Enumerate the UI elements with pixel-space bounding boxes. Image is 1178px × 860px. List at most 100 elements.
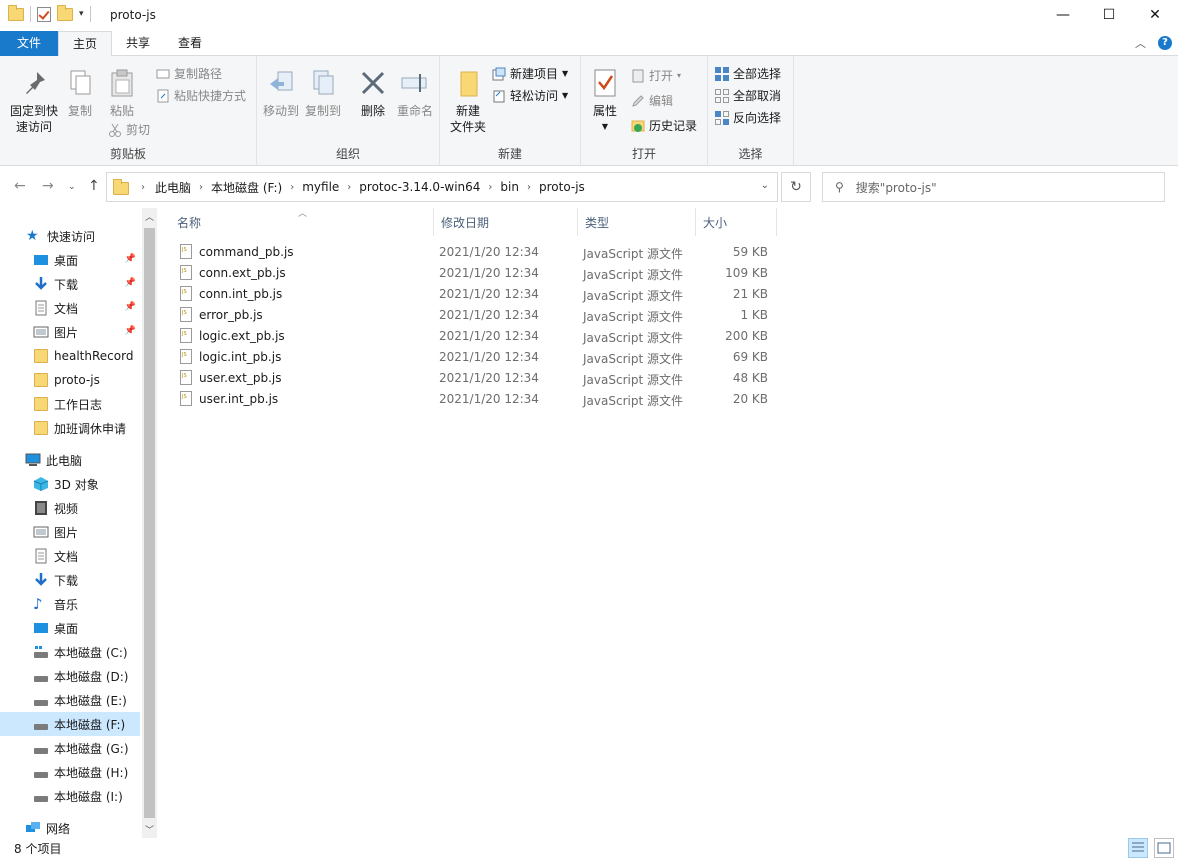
maximize-button[interactable]: ☐ <box>1086 0 1132 30</box>
chevron-right-icon[interactable]: › <box>347 182 351 193</box>
address-bar[interactable]: › 此电脑 › 本地磁盘 (F:) › myfile › protoc-3.14… <box>106 172 778 202</box>
nav-item-videos[interactable]: 视频 <box>0 496 140 520</box>
table-row[interactable]: conn.int_pb.js 2021/1/20 12:34 JavaScript … <box>168 284 928 305</box>
nav-item-desktop[interactable]: 桌面 📌 <box>0 248 140 272</box>
nav-item-3d-objects[interactable]: 3D 对象 <box>0 472 140 496</box>
nav-item-folder[interactable]: proto-js <box>0 368 140 392</box>
select-all-button[interactable]: 全部选择 <box>715 65 781 82</box>
paste-button[interactable]: 粘贴 <box>104 68 140 119</box>
nav-item-pictures[interactable]: 图片 📌 <box>0 320 140 344</box>
pin-icon[interactable]: 📌 <box>125 302 136 312</box>
delete-button[interactable]: 删除 <box>357 68 389 119</box>
nav-item-drive[interactable]: 本地磁盘 (C:) <box>0 640 140 664</box>
column-header-type[interactable]: 类型 <box>578 208 696 236</box>
new-folder-icon[interactable] <box>57 4 73 21</box>
tab-share[interactable]: 共享 <box>112 31 164 56</box>
table-row[interactable]: command_pb.js 2021/1/20 12:34 JavaScript 源… <box>168 242 928 263</box>
history-button[interactable]: 历史记录 <box>631 117 697 134</box>
table-row[interactable]: logic.int_pb.js 2021/1/20 12:34 JavaScript… <box>168 347 928 368</box>
table-row[interactable]: user.ext_pb.js 2021/1/20 12:34 JavaScript … <box>168 368 928 389</box>
column-header-size[interactable]: 大小 <box>696 208 777 236</box>
properties-button[interactable]: 属性 ▼ <box>589 68 621 135</box>
select-none-button[interactable]: 全部取消 <box>715 87 781 104</box>
new-folder-button[interactable]: 新建 文件夹 <box>448 68 488 135</box>
nav-item-documents[interactable]: 文档 <box>0 544 140 568</box>
minimize-button[interactable]: — <box>1040 0 1086 30</box>
document-icon <box>33 548 49 564</box>
breadcrumb-item[interactable]: protoc-3.14.0-win64 <box>359 180 480 194</box>
chevron-right-icon[interactable]: › <box>488 182 492 193</box>
nav-item-desktop[interactable]: 桌面 <box>0 616 140 640</box>
easy-access-button[interactable]: 轻松访问 ▼ <box>492 87 568 104</box>
scroll-down-icon[interactable]: ﹀ <box>145 823 154 836</box>
nav-item-drive[interactable]: 本地磁盘 (H:) <box>0 760 140 784</box>
tab-home[interactable]: 主页 <box>58 31 113 57</box>
search-input[interactable]: ⚲ 搜索"proto-js" <box>822 172 1165 202</box>
table-row[interactable]: user.int_pb.js 2021/1/20 12:34 JavaScript … <box>168 389 928 410</box>
pin-icon[interactable]: 📌 <box>125 278 136 288</box>
chevron-down-icon[interactable]: ⌄ <box>761 180 769 191</box>
help-icon[interactable]: ? <box>1158 36 1172 50</box>
nav-item-drive-selected[interactable]: 本地磁盘 (F:) <box>0 712 140 736</box>
edit-button[interactable]: 编辑 <box>631 92 673 109</box>
pin-icon[interactable]: 📌 <box>125 254 136 264</box>
cut-button[interactable]: 剪切 <box>108 121 150 138</box>
rename-button[interactable]: 重命名 <box>395 68 435 119</box>
tab-view[interactable]: 查看 <box>164 31 216 56</box>
table-row[interactable]: logic.ext_pb.js 2021/1/20 12:34 JavaScript… <box>168 326 928 347</box>
nav-item-folder[interactable]: healthRecord <box>0 344 140 368</box>
column-header-name[interactable]: 名称 <box>170 208 434 236</box>
up-arrow-icon[interactable]: ↑ <box>88 178 100 194</box>
nav-item-drive[interactable]: 本地磁盘 (E:) <box>0 688 140 712</box>
scroll-up-icon[interactable]: ︿ <box>145 210 154 223</box>
nav-item-documents[interactable]: 文档 📌 <box>0 296 140 320</box>
back-arrow-icon[interactable]: ← <box>14 178 26 194</box>
paste-shortcut-button[interactable]: 粘贴快捷方式 <box>156 87 246 104</box>
table-row[interactable]: error_pb.js 2021/1/20 12:34 JavaScript 源文件… <box>168 305 928 326</box>
details-view-button[interactable] <box>1128 838 1148 858</box>
nav-item-downloads[interactable]: 下载 <box>0 568 140 592</box>
nav-this-pc[interactable]: 此电脑 <box>0 448 140 472</box>
open-button[interactable]: 打开 ▾ <box>631 67 681 84</box>
nav-item-folder[interactable]: 工作日志 <box>0 392 140 416</box>
move-to-button[interactable]: 移动到 <box>261 68 301 119</box>
chevron-right-icon[interactable]: › <box>199 182 203 193</box>
nav-network[interactable]: 网络 <box>0 816 140 840</box>
breadcrumb-item[interactable]: bin <box>500 180 519 194</box>
nav-scrollbar[interactable]: ︿ ﹀ <box>142 208 157 838</box>
chevron-right-icon[interactable]: › <box>290 182 294 193</box>
refresh-button[interactable]: ↻ <box>781 172 811 202</box>
forward-arrow-icon[interactable]: → <box>42 178 54 194</box>
column-header-date[interactable]: 修改日期 <box>434 208 578 236</box>
nav-item-drive[interactable]: 本地磁盘 (D:) <box>0 664 140 688</box>
recent-locations-chevron-icon[interactable]: ⌄ <box>68 182 76 192</box>
breadcrumb-item[interactable]: proto-js <box>539 180 585 194</box>
nav-item-downloads[interactable]: 下载 📌 <box>0 272 140 296</box>
new-item-button[interactable]: 新建项目 ▼ <box>492 65 568 82</box>
tab-file[interactable]: 文件 <box>0 31 58 56</box>
nav-item-drive[interactable]: 本地磁盘 (I:) <box>0 784 140 808</box>
copy-to-button[interactable]: 复制到 <box>303 68 343 119</box>
copy-path-button[interactable]: 复制路径 <box>156 65 222 82</box>
breadcrumb-item[interactable]: 此电脑 <box>155 179 191 196</box>
nav-item-pictures[interactable]: 图片 <box>0 520 140 544</box>
collapse-ribbon-icon[interactable]: ︿ <box>1135 35 1146 51</box>
customize-dropdown-icon[interactable]: ▾ <box>79 9 84 19</box>
breadcrumb-item[interactable]: myfile <box>302 180 339 194</box>
breadcrumb-item[interactable]: 本地磁盘 (F:) <box>211 179 282 196</box>
properties-icon[interactable] <box>37 6 51 22</box>
close-button[interactable]: ✕ <box>1132 0 1178 30</box>
pin-icon[interactable]: 📌 <box>125 326 136 336</box>
invert-selection-button[interactable]: 反向选择 <box>715 109 781 126</box>
scroll-thumb[interactable] <box>144 228 155 818</box>
nav-item-music[interactable]: ♪ 音乐 <box>0 592 140 616</box>
properties-icon <box>590 68 620 100</box>
nav-item-drive[interactable]: 本地磁盘 (G:) <box>0 736 140 760</box>
nav-item-folder[interactable]: 加班调休申请 <box>0 416 140 440</box>
copy-button[interactable]: 复制 <box>62 68 98 119</box>
nav-quick-access[interactable]: ★ 快速访问 <box>0 224 140 248</box>
table-row[interactable]: conn.ext_pb.js 2021/1/20 12:34 JavaScript … <box>168 263 928 284</box>
pin-to-quick-access-button[interactable]: 固定到快 速访问 <box>6 68 62 135</box>
large-icons-view-button[interactable] <box>1154 838 1174 858</box>
chevron-right-icon[interactable]: › <box>527 182 531 193</box>
